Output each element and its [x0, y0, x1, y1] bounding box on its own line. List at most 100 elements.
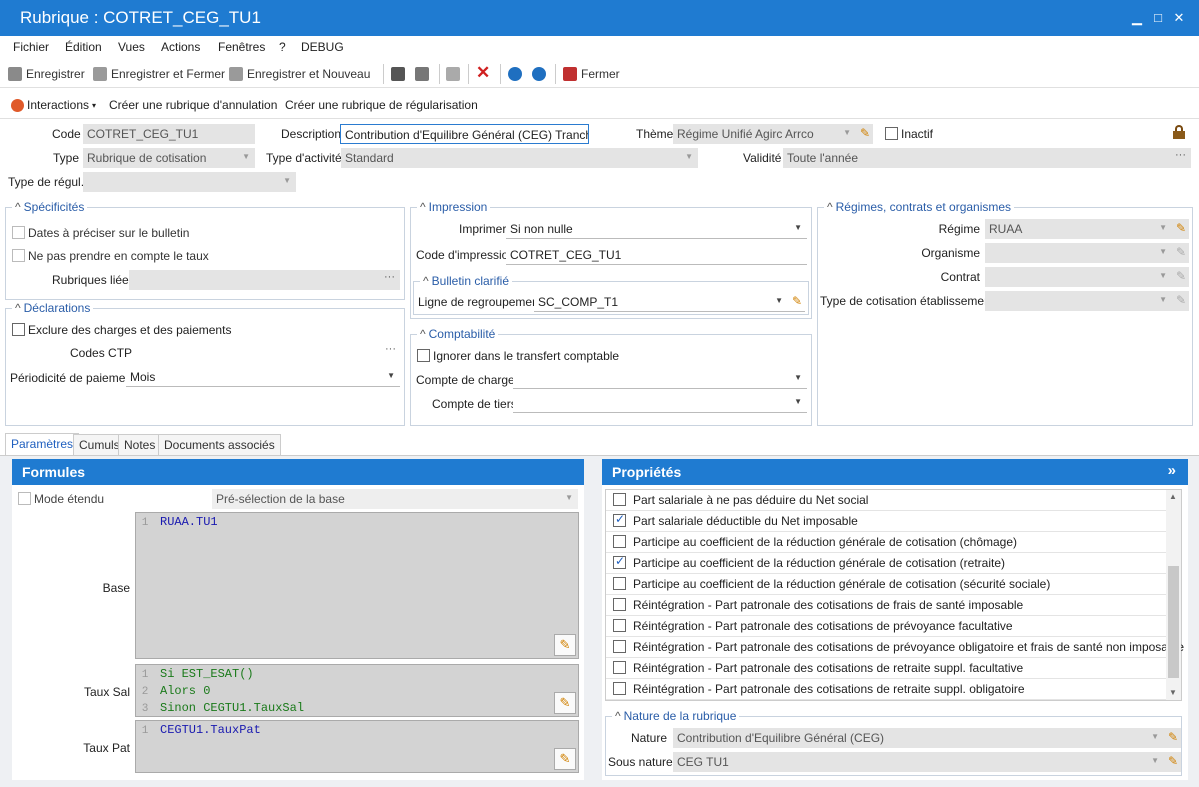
taux-pat-code-editor[interactable]: 1 CEGTU1.TauxPat [135, 720, 579, 773]
impression-title[interactable]: ^ Impression [417, 200, 491, 214]
property-row[interactable]: Réintégration - Part patronale des cotis… [606, 679, 1166, 700]
delete-icon[interactable]: ✕ [476, 63, 490, 83]
edit-pencil-icon[interactable]: ✎ [1176, 293, 1186, 307]
edit-pencil-icon[interactable]: ✎ [1168, 754, 1178, 768]
property-checkbox[interactable] [613, 535, 626, 548]
dates-checkbox[interactable] [12, 226, 25, 239]
scroll-up-icon[interactable]: ▲ [1169, 492, 1177, 501]
property-row[interactable]: ✓ Part salariale déductible du Net imposa… [606, 511, 1166, 532]
inactif-checkbox[interactable] [885, 127, 898, 140]
close-button[interactable]: Fermer [563, 67, 620, 81]
edit-pencil-icon[interactable]: ✎ [1176, 245, 1186, 259]
property-checkbox[interactable] [613, 598, 626, 611]
property-checkbox[interactable] [613, 661, 626, 674]
edit-taux-pat-pencil-icon[interactable]: ✎ [554, 748, 576, 770]
contrat-select[interactable]: ▼ ✎ [985, 267, 1189, 287]
menu-edition[interactable]: Édition [65, 40, 102, 54]
scrollbar[interactable]: ▲ ▼ [1166, 490, 1181, 700]
next-button[interactable] [532, 67, 546, 81]
maximize-icon[interactable]: □ [1151, 10, 1165, 25]
more-icon[interactable]: ··· [384, 271, 395, 283]
mode-etendu-checkbox[interactable] [18, 492, 31, 505]
description-input[interactable]: Contribution d'Equilibre Général (CEG) T… [340, 124, 589, 144]
nature-select[interactable]: Contribution d'Equilibre Général (CEG) ▼ ✎ [673, 728, 1181, 748]
menu-fenetres[interactable]: Fenêtres [218, 40, 265, 54]
expand-icon[interactable]: » [1168, 462, 1176, 479]
code-field[interactable]: COTRET_CEG_TU1 [83, 124, 255, 144]
property-checkbox[interactable] [613, 619, 626, 632]
exclude-checkbox[interactable] [12, 323, 25, 336]
specificites-title[interactable]: ^ Spécificités [12, 200, 88, 214]
create-cancel-button[interactable]: Créer une rubrique d'annulation [109, 98, 277, 112]
property-checkbox[interactable]: ✓ [613, 554, 626, 569]
base-code-editor[interactable]: 1 RUAA.TU1 [135, 512, 579, 659]
period-select[interactable]: Mois ▼ [126, 367, 400, 387]
property-row[interactable]: Part salariale à ne pas déduire du Net s… [606, 490, 1166, 511]
more-icon[interactable]: ··· [385, 343, 396, 355]
previous-button[interactable] [508, 67, 522, 81]
save-close-button[interactable]: Enregistrer et Fermer [93, 67, 225, 81]
print-select[interactable]: Si non nulle ▼ [506, 219, 807, 239]
property-row[interactable]: Participe au coefficient de la réduction… [606, 532, 1166, 553]
scrollbar-thumb[interactable] [1168, 566, 1179, 678]
tab-notes[interactable]: Notes [118, 434, 162, 455]
declarations-title[interactable]: ^ Déclarations [12, 301, 94, 315]
menu-actions[interactable]: Actions [161, 40, 200, 54]
property-checkbox[interactable] [613, 577, 626, 590]
regime-select[interactable]: RUAA ▼ ✎ [985, 219, 1189, 239]
property-checkbox[interactable]: ✓ [613, 512, 626, 527]
edit-pencil-icon[interactable]: ✎ [792, 294, 802, 308]
property-row[interactable]: Réintégration - Part patronale des cotis… [606, 616, 1166, 637]
sous-nature-select[interactable]: CEG TU1 ▼ ✎ [673, 752, 1181, 772]
property-checkbox[interactable] [613, 640, 626, 653]
ignore-checkbox[interactable] [417, 349, 430, 362]
edit-pencil-icon[interactable]: ✎ [860, 126, 870, 140]
property-row[interactable]: Participe au coefficient de la réduction… [606, 574, 1166, 595]
tiers-select[interactable]: ▼ [513, 393, 807, 413]
bulletin-title[interactable]: ^ Bulletin clarifié [420, 274, 513, 288]
minimize-icon[interactable]: ▁ [1130, 10, 1144, 26]
property-row[interactable]: ✓ Participe au coefficient de la réductio… [606, 553, 1166, 574]
property-checkbox[interactable] [613, 493, 626, 506]
edit-taux-sal-pencil-icon[interactable]: ✎ [554, 692, 576, 714]
print-button[interactable] [391, 67, 405, 81]
theme-select[interactable]: Régime Unifié Agirc Arrco ▼ ✎ [673, 124, 873, 144]
charges-select[interactable]: ▼ [513, 369, 807, 389]
create-regul-button[interactable]: Créer une rubrique de régularisation [285, 98, 478, 112]
property-row[interactable]: Réintégration - Part patronale des cotis… [606, 595, 1166, 616]
comptabilite-title[interactable]: ^ Comptabilité [417, 327, 499, 341]
save-new-button[interactable]: Enregistrer et Nouveau [229, 67, 370, 81]
edit-pencil-icon[interactable]: ✎ [1176, 221, 1186, 235]
preview-button[interactable] [415, 67, 429, 81]
property-row[interactable]: Réintégration - Part patronale des cotis… [606, 637, 1184, 658]
regroup-select[interactable]: SC_COMP_T1 ▼ ✎ [534, 292, 805, 312]
nature-title[interactable]: ^ Nature de la rubrique [612, 709, 740, 723]
copy-button[interactable] [446, 67, 460, 81]
more-icon[interactable]: ··· [1175, 149, 1186, 161]
edit-base-pencil-icon[interactable]: ✎ [554, 634, 576, 656]
property-row[interactable]: Réintégration - Part patronale des cotis… [606, 658, 1166, 679]
linked-field[interactable]: ··· [129, 270, 400, 290]
tab-documents[interactable]: Documents associés [158, 434, 281, 455]
close-icon[interactable]: ✕ [1172, 10, 1186, 26]
activity-select[interactable]: Standard ▼ [341, 148, 698, 168]
regimes-title[interactable]: ^ Régimes, contrats et organismes [824, 200, 1015, 214]
property-checkbox[interactable] [613, 682, 626, 695]
organisme-select[interactable]: ▼ ✎ [985, 243, 1189, 263]
menu-vues[interactable]: Vues [118, 40, 145, 54]
scroll-down-icon[interactable]: ▼ [1169, 688, 1177, 697]
regul-select[interactable]: ▼ [83, 172, 296, 192]
edit-pencil-icon[interactable]: ✎ [1168, 730, 1178, 744]
print-code-input[interactable]: COTRET_CEG_TU1 [506, 245, 807, 265]
taux-checkbox[interactable] [12, 249, 25, 262]
interactions-menu[interactable]: Interactions ▾ [11, 98, 96, 112]
taux-sal-code-editor[interactable]: 1 2 3 Si EST_ESAT() Alors 0 Sinon CEGTU1… [135, 664, 579, 717]
save-button[interactable]: Enregistrer [8, 67, 85, 81]
type-select[interactable]: Rubrique de cotisation ▼ [83, 148, 255, 168]
preselection-select[interactable]: Pré-sélection de la base ▼ [212, 489, 578, 509]
menu-help[interactable]: ? [279, 40, 286, 54]
menu-debug[interactable]: DEBUG [301, 40, 344, 54]
menu-fichier[interactable]: Fichier [13, 40, 49, 54]
typecot-select[interactable]: ▼ ✎ [985, 291, 1189, 311]
validity-field[interactable]: Toute l'année ··· [783, 148, 1191, 168]
